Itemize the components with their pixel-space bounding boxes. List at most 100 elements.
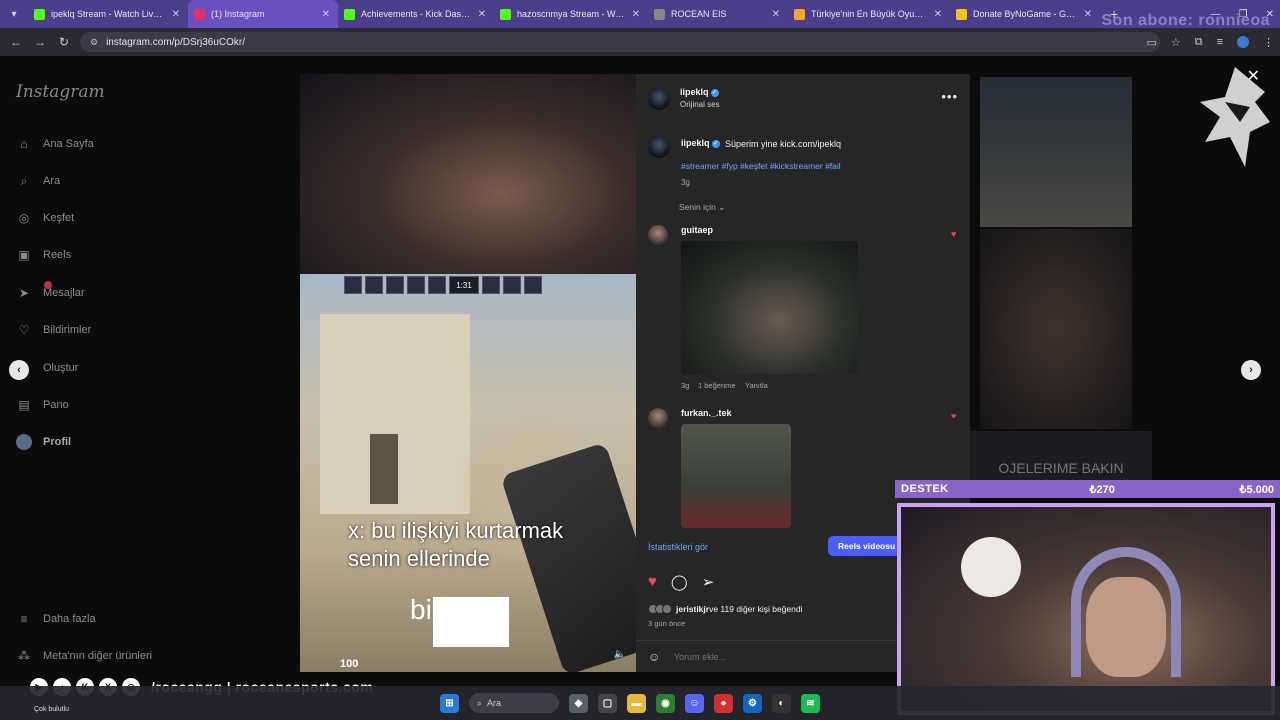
caption-time: 3g	[681, 178, 690, 187]
game-app-icon[interactable]: ◆	[569, 693, 588, 713]
sidebar-item-messages[interactable]: ➤ Mesajlar	[16, 281, 85, 303]
censor-block	[433, 627, 509, 647]
sidebar-item-meta[interactable]: ⁂ Meta'nın diğer ürünleri	[16, 646, 152, 666]
likes-text: ve 119 diğer kişi beğendi	[709, 604, 803, 614]
donation-current-amount: ₺270	[1089, 483, 1115, 496]
commenter-avatar[interactable]	[648, 225, 668, 245]
instagram-logo[interactable]: Instagram	[16, 82, 105, 102]
sidebar-item-more[interactable]: ≡ Daha fazla	[16, 609, 95, 629]
discord-icon[interactable]: ☺	[685, 693, 704, 713]
reply-button[interactable]: Yanıtla	[745, 381, 768, 390]
sidebar-item-search[interactable]: ⌕ Ara	[16, 171, 61, 191]
browser-tab[interactable]: Achievements - Kick Dashboard ✕	[338, 0, 494, 28]
taskbar-search[interactable]: ⌕ Ara	[469, 693, 559, 713]
commenter-username[interactable]: guitaep	[681, 225, 713, 235]
close-tab-icon[interactable]: ✕	[1084, 9, 1092, 20]
sidebar-item-notifications[interactable]: ♡ Bildirimler	[16, 320, 92, 340]
more-options-icon[interactable]: •••	[941, 89, 958, 104]
commenter-avatar[interactable]	[648, 408, 668, 428]
close-tab-icon[interactable]: ✕	[772, 9, 780, 20]
sidebar-item-reels[interactable]: ▣ Reels	[16, 245, 71, 265]
close-window-icon[interactable]: ✕	[1266, 9, 1274, 20]
record-app-icon[interactable]: ●	[714, 693, 733, 713]
browser-tab[interactable]: hazoscnmya Stream - Watch Li ✕	[494, 0, 648, 28]
forward-icon[interactable]: →	[28, 35, 52, 49]
like-heart-icon[interactable]: ♥	[648, 573, 657, 591]
notification-badge	[44, 281, 52, 289]
author-avatar[interactable]	[648, 88, 670, 110]
home-icon: ⌂	[20, 137, 28, 151]
weather-widget[interactable]: Çok bulutlu	[34, 706, 69, 713]
hamburger-icon: ≡	[20, 612, 28, 626]
url-field[interactable]: ⚙ instagram.com/p/DSrj36uCOkr/	[80, 32, 1160, 52]
comment-likes-count[interactable]: 1 beğenme	[698, 381, 736, 390]
comment-icon[interactable]: ◯	[671, 573, 688, 591]
back-icon[interactable]: ←	[4, 35, 28, 49]
spotify-icon[interactable]: ≋	[801, 693, 820, 713]
background-reel-caption: OJELERIME BAKIN	[970, 431, 1152, 480]
browser-menu-icon[interactable]: ⋮	[1263, 36, 1274, 49]
browser-tab[interactable]: ipeklq Stream - Watch Live on K ✕	[28, 0, 188, 28]
comment-image[interactable]	[681, 424, 791, 528]
commenter-username[interactable]: furkan._.tek	[681, 408, 732, 418]
caption-hashtags[interactable]: #streamer #fyp #keşfet #kickstreamer #fa…	[681, 161, 841, 171]
likes-summary[interactable]: jeristikjr ve 119 diğer kişi beğendi	[648, 604, 802, 614]
minimize-icon[interactable]: —	[1211, 9, 1221, 20]
comment-like-icon[interactable]: ♥	[951, 229, 956, 239]
url-text: instagram.com/p/DSrj36uCOkr/	[106, 36, 246, 48]
comment-like-icon[interactable]: ♥	[951, 411, 956, 421]
liker-username[interactable]: jeristikjr	[676, 604, 709, 614]
comment-image[interactable]	[681, 241, 858, 374]
tab-title: (1) Instagram	[211, 9, 265, 19]
obs-icon[interactable]: ◐	[772, 693, 791, 713]
cast-icon[interactable]: ▭	[1146, 36, 1156, 49]
browser-tab[interactable]: Donate ByNoGame - Gelen/Gi ✕	[950, 0, 1100, 28]
previous-post-button[interactable]: ‹	[9, 360, 29, 380]
view-insights-link[interactable]: İstatistikleri gör	[648, 542, 708, 552]
background-reel-thumbnail	[980, 77, 1132, 227]
tab-search-button[interactable]: ▾	[0, 0, 28, 28]
extensions-icon[interactable]: ⧉	[1195, 36, 1203, 49]
window-controls: — ❐ ✕	[1211, 0, 1274, 28]
author-username[interactable]: iipeklq ✓	[680, 87, 719, 97]
share-icon[interactable]: ➢	[702, 573, 715, 591]
steam-icon[interactable]: ⚙	[743, 693, 762, 713]
audio-label[interactable]: Orijinal ses	[680, 100, 720, 109]
dashboard-icon: ▤	[18, 398, 30, 412]
close-tab-icon[interactable]: ✕	[322, 9, 330, 20]
close-tab-icon[interactable]: ✕	[934, 9, 942, 20]
reel-video[interactable]: 1:31 x: bu ilişkiyi kurtarmak senin elle…	[300, 74, 636, 672]
sidebar-item-profile[interactable]: Profil	[16, 432, 71, 452]
browser-tab[interactable]: (1) Instagram ✕	[188, 0, 338, 28]
close-tab-icon[interactable]: ✕	[478, 9, 486, 20]
task-view-icon[interactable]: ▢	[598, 693, 617, 713]
file-explorer-icon[interactable]: ▬	[627, 693, 646, 713]
close-tab-icon[interactable]: ✕	[172, 9, 180, 20]
close-tab-icon[interactable]: ✕	[632, 9, 640, 20]
sidebar-item-explore[interactable]: ◎ Keşfet	[16, 208, 74, 228]
windows-start-icon[interactable]: ⊞	[440, 693, 459, 713]
chrome-icon[interactable]: ◉	[656, 693, 675, 713]
search-icon: ⌕	[20, 173, 28, 188]
volume-icon[interactable]: 🔈	[614, 649, 626, 660]
comment-sort-dropdown[interactable]: Senin için ⌄	[679, 202, 725, 213]
browser-tab[interactable]: ROCEAN EIS ✕	[648, 0, 788, 28]
boost-reel-button[interactable]: Reels videosu	[828, 536, 906, 556]
site-info-icon[interactable]: ⚙	[90, 37, 98, 48]
sidebar-item-label: Reels	[43, 249, 72, 261]
kick-icon	[344, 8, 355, 20]
profile-avatar[interactable]	[1237, 36, 1249, 48]
next-post-button[interactable]: ›	[1241, 360, 1261, 380]
author-avatar[interactable]	[648, 136, 670, 158]
browser-tab[interactable]: Türkiye'nin En Büyük Oyuncu D ✕	[788, 0, 950, 28]
reload-icon[interactable]: ↻	[52, 35, 76, 49]
reel-caption-line: senin ellerinde	[348, 546, 490, 571]
meta-apps-icon: ⁂	[18, 649, 30, 663]
restore-icon[interactable]: ❐	[1239, 9, 1248, 20]
tab-title: Achievements - Kick Dashboard	[361, 9, 472, 19]
bookmark-star-icon[interactable]: ☆	[1171, 36, 1181, 49]
emoji-icon[interactable]: ☺	[648, 650, 660, 664]
sidebar-item-home[interactable]: ⌂ Ana Sayfa	[16, 134, 93, 154]
media-icon[interactable]: ≡	[1217, 36, 1223, 48]
sidebar-item-dashboard[interactable]: ▤ Pano	[16, 395, 68, 415]
